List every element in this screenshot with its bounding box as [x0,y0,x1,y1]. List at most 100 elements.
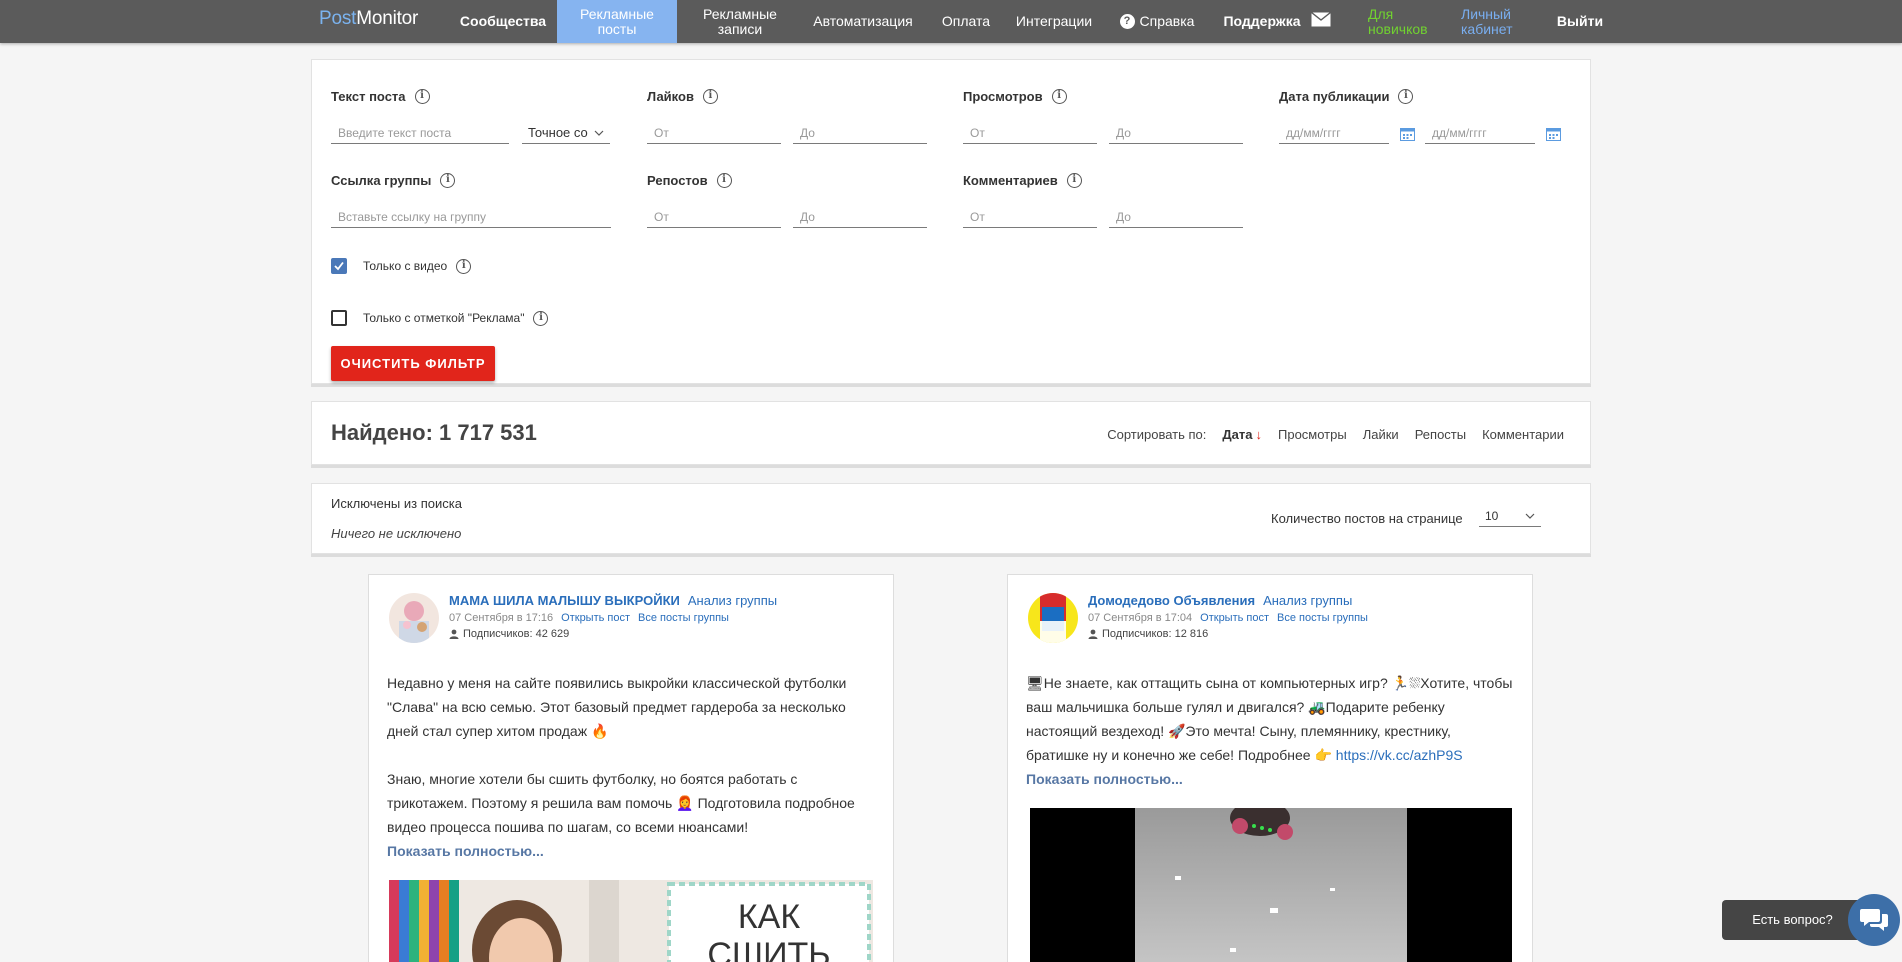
post-image[interactable]: КАК СШИТЬ [389,880,873,962]
show-more-link[interactable]: Показать полностью... [1026,767,1516,791]
sort-likes[interactable]: Лайки [1363,427,1399,442]
question-icon: ? [1119,14,1135,29]
nav-automation[interactable]: Автоматизация [808,0,918,43]
info-icon[interactable]: i [414,89,430,104]
info-icon[interactable]: i [533,310,549,326]
likes-from-input[interactable]: От [647,124,781,144]
calendar-icon[interactable] [1400,127,1415,141]
views-to-input[interactable]: До [1109,124,1243,144]
info-icon[interactable]: i [440,173,456,188]
nav-integrations[interactable]: Интеграции [1013,0,1095,43]
comments-to-input[interactable]: До [1109,208,1243,228]
post-text: Недавно у меня на сайте появились выкрой… [387,671,877,863]
group-link-input[interactable]: Вставьте ссылку на группу [331,208,611,228]
reposts-label: Репостов i [647,173,732,188]
nav-account[interactable]: Личный кабинет [1461,0,1531,43]
per-page-select[interactable]: 10 [1479,507,1541,527]
info-icon[interactable]: i [716,173,732,188]
group-name-link[interactable]: МАМА ШИЛА МАЛЫШУ ВЫКРОЙКИ Анализ группы [449,593,777,608]
open-post-link[interactable]: Открыть пост [561,612,630,624]
clear-filter-button[interactable]: Очистить фильтр [331,346,495,381]
info-icon[interactable]: i [702,89,718,104]
chevron-down-icon [1525,513,1535,519]
excluded-title: Исключены из поиска [331,496,462,511]
group-name-link[interactable]: Домодедово Объявления Анализ группы [1088,593,1352,608]
only-ad-checkbox[interactable] [331,310,347,326]
all-group-posts-link[interactable]: Все посты группы [1277,612,1368,624]
post-text-input[interactable]: Введите текст поста [331,124,509,144]
person-icon [1088,629,1098,639]
excluded-none: Ничего не исключено [331,526,462,541]
person-icon [449,629,459,639]
only-ad-label: Только с отметкой "Реклама" i [363,309,549,327]
post-video[interactable] [1030,808,1512,962]
sort-date[interactable]: Дата ↓ [1222,427,1262,442]
only-video-label: Только с видео i [363,257,472,275]
group-avatar[interactable] [389,593,439,643]
only-video-checkbox[interactable] [331,258,347,274]
group-analysis-link[interactable]: Анализ группы [688,593,777,608]
filter-panel: Текст поста i Введите текст поста Точное … [311,59,1591,384]
nav-support[interactable]: Поддержка [1222,0,1302,43]
show-more-link[interactable]: Показать полностью... [387,839,877,863]
arrow-down-icon: ↓ [1255,427,1263,442]
date-label: Дата публикации i [1279,89,1414,104]
date-to-input[interactable]: дд/мм/гггг [1425,124,1535,144]
open-post-link[interactable]: Открыть пост [1200,612,1269,624]
subscribers-count: Подписчиков: 42 629 [449,628,569,640]
sort-label: Сортировать по: [1107,427,1207,442]
sort-reposts[interactable]: Репосты [1415,427,1466,442]
info-icon[interactable]: i [1051,89,1067,104]
sort-comments[interactable]: Комментарии [1482,427,1564,442]
video-frame [1030,808,1512,962]
nav-help[interactable]: ? Справка [1118,0,1196,43]
nav-logout[interactable]: Выйти [1555,0,1605,43]
post-card: МАМА ШИЛА МАЛЫШУ ВЫКРОЙКИ Анализ группы 0… [368,574,894,962]
group-analysis-link[interactable]: Анализ группы [1263,593,1352,608]
comments-label: Комментариев i [963,173,1082,188]
help-bubble[interactable]: Есть вопрос? [1722,900,1871,940]
post-link[interactable]: https://vk.cc/azhP9S [1336,747,1463,763]
calendar-icon[interactable] [1546,127,1561,141]
chat-button[interactable] [1848,894,1900,946]
logo[interactable]: PostMonitor [319,8,418,30]
per-page-label: Количество постов на странице [1271,511,1463,526]
likes-to-input[interactable]: До [793,124,927,144]
post-text: 🖥Не знаете, как оттащить сына от компьют… [1026,671,1516,791]
post-meta: 07 Сентября в 17:04 Открыть пост Все посты… [1088,612,1368,624]
nav-ad-records[interactable]: Рекламные записи [690,0,790,43]
reposts-from-input[interactable]: От [647,208,781,228]
mail-icon[interactable] [1311,12,1331,27]
views-from-input[interactable]: От [963,124,1097,144]
sort-views[interactable]: Просмотры [1278,427,1347,442]
comments-from-input[interactable]: От [963,208,1097,228]
check-icon [334,261,344,271]
nav-ad-posts[interactable]: Рекламные посты [557,0,677,43]
likes-label: Лайков i [647,89,718,104]
post-card: Домодедово Объявления Анализ группы 07 Се… [1007,574,1533,962]
views-label: Просмотров i [963,89,1067,104]
subscribers-count: Подписчиков: 12 816 [1088,628,1208,640]
sort-bar: Сортировать по: Дата ↓ Просмотры Лайки Ре… [1107,427,1564,442]
match-mode-select[interactable]: Точное со [522,124,610,144]
all-group-posts-link[interactable]: Все посты группы [638,612,729,624]
found-count: Найдено: 1 717 531 [331,420,537,445]
image-caption: КАК СШИТЬ [707,898,831,962]
date-from-input[interactable]: дд/мм/гггг [1279,124,1389,144]
avatar-image [389,593,439,643]
info-icon[interactable]: i [456,258,472,274]
chevron-down-icon [594,130,604,136]
avatar-image [1028,593,1078,643]
reposts-to-input[interactable]: До [793,208,927,228]
nav-payment[interactable]: Оплата [936,0,996,43]
info-icon[interactable]: i [1398,89,1414,104]
chat-icon [1860,909,1888,931]
results-header: Найдено: 1 717 531 Сортировать по: Дата ↓… [311,401,1591,465]
info-icon[interactable]: i [1066,173,1082,188]
group-avatar[interactable] [1028,593,1078,643]
nav-communities[interactable]: Сообщества [458,0,548,43]
exclusions-panel: Исключены из поиска Ничего не исключено … [311,483,1591,554]
group-link-label: Ссылка группы i [331,173,456,188]
post-meta: 07 Сентября в 17:16 Открыть пост Все посты… [449,612,729,624]
nav-beginners[interactable]: Для новичков [1368,0,1438,43]
